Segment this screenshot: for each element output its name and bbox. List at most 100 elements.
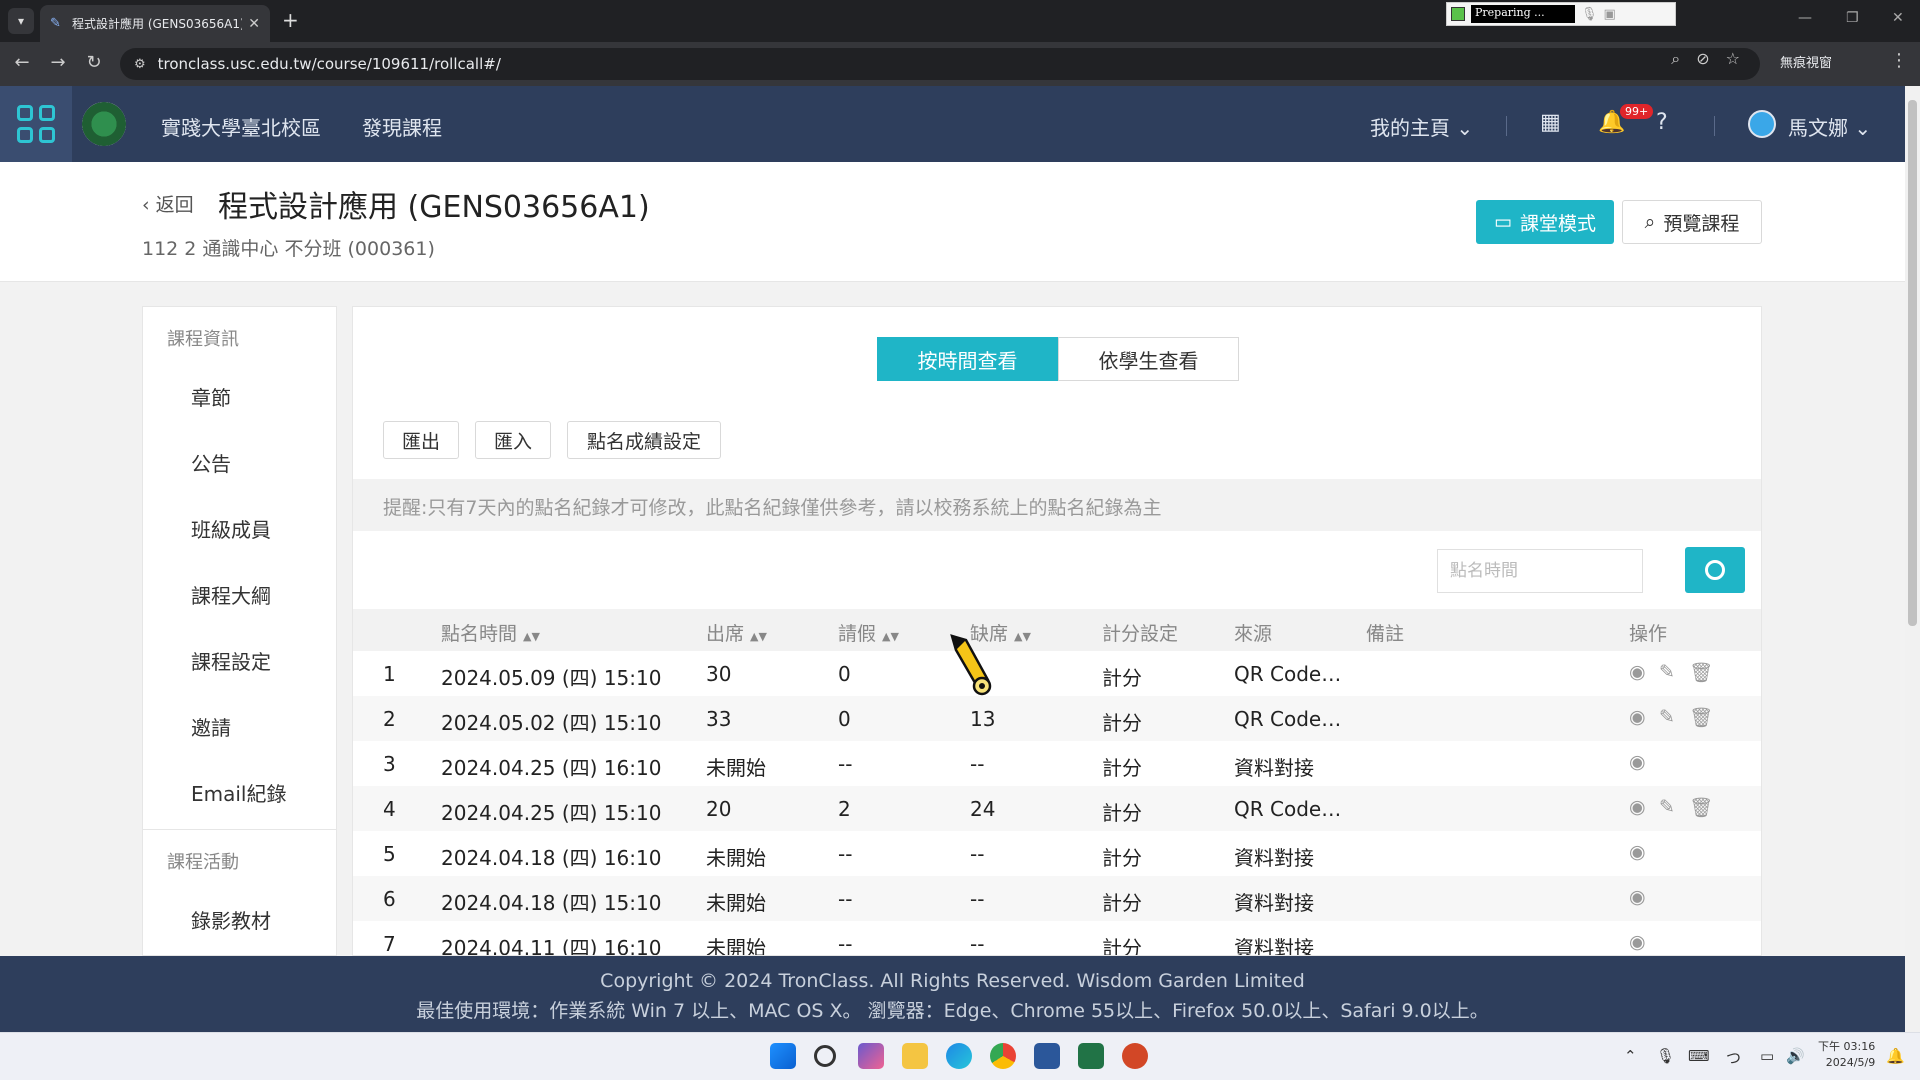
scrollbar-thumb[interactable] — [1908, 100, 1917, 626]
sidebar-item-announcements[interactable]: 公告 — [143, 429, 336, 495]
close-window-icon[interactable]: ✕ — [1892, 10, 1904, 26]
incognito-indicator[interactable]: 無痕視窗 — [1780, 52, 1832, 71]
page-scrollbar[interactable] — [1905, 86, 1920, 1032]
tronclass-favicon-icon: ✎ — [50, 15, 61, 31]
site-info-icon[interactable]: ⚙ — [134, 57, 146, 72]
copilot-icon[interactable] — [858, 1043, 884, 1069]
apps-grid-icon — [17, 105, 55, 143]
chevron-up-icon[interactable]: ⌃ — [1624, 1047, 1637, 1065]
bookmark-star-icon[interactable]: ☆ — [1726, 49, 1740, 69]
volume-icon[interactable]: 🔊 — [1786, 1047, 1805, 1065]
forward-arrow-icon[interactable]: → — [46, 52, 70, 73]
sidebar-item-invite[interactable]: 邀請 — [143, 693, 336, 759]
edit-icon[interactable]: ✎ — [1659, 661, 1675, 683]
zoom-icon[interactable]: ⌕ — [1671, 49, 1680, 69]
delete-icon[interactable]: 🗑 — [1689, 796, 1713, 819]
school-logo[interactable] — [82, 102, 126, 146]
avatar[interactable] — [1748, 110, 1776, 138]
user-name: 馬文娜 — [1788, 116, 1848, 140]
microphone-icon[interactable]: 🎙 — [1581, 7, 1598, 22]
view-icon[interactable]: ◉ — [1629, 886, 1646, 908]
edit-icon[interactable]: ✎ — [1659, 796, 1675, 818]
sidebar-item-chapters[interactable]: 章節 — [143, 363, 336, 429]
network-icon[interactable]: ▭ — [1760, 1047, 1774, 1065]
row-absent: 24 — [970, 797, 996, 821]
row-leave: -- — [838, 932, 853, 956]
chrome-icon[interactable] — [990, 1043, 1016, 1069]
tab-list-button[interactable]: ▾ — [8, 8, 34, 34]
view-icon[interactable]: ◉ — [1629, 661, 1646, 683]
reload-icon[interactable]: ↻ — [82, 52, 106, 73]
sidebar-item-settings[interactable]: 課程設定 — [143, 627, 336, 693]
preview-course-button[interactable]: ⌕ 預覽課程 — [1622, 200, 1762, 244]
course-subtitle: 112 2 通識中心 不分班 (000361) — [142, 238, 435, 260]
sort-icon: ▲▼ — [523, 630, 540, 643]
back-arrow-icon[interactable]: ← — [10, 52, 34, 73]
sidebar-item-email-log[interactable]: Email紀錄 — [143, 759, 336, 825]
minimize-icon[interactable]: — — [1798, 10, 1812, 26]
table-row: 7 2024.04.11 (四) 16:10 未開始 -- -- 計分 資料對接 ◉ — [353, 921, 1761, 956]
word-icon[interactable] — [1034, 1043, 1060, 1069]
sort-icon: ▲▼ — [750, 630, 767, 643]
microphone-icon[interactable]: 🎙 — [1656, 1047, 1675, 1065]
chevron-down-icon: ⌄ — [1854, 116, 1872, 140]
row-time: 2024.04.18 (四) 15:10 — [441, 891, 662, 915]
sort-icon: ▲▼ — [882, 630, 899, 643]
nav-discover-courses[interactable]: 發現課程 — [362, 112, 442, 141]
tab-by-time[interactable]: 按時間查看 — [877, 337, 1058, 381]
search-button[interactable] — [1685, 547, 1745, 593]
col-rollcall-time[interactable]: 點名時間 ▲▼ — [441, 619, 540, 646]
sidebar-item-syllabus[interactable]: 課程大綱 — [143, 561, 336, 627]
view-icon[interactable]: ◉ — [1629, 841, 1646, 863]
powerpoint-icon[interactable] — [1122, 1043, 1148, 1069]
camera-icon[interactable]: ▣ — [1604, 7, 1616, 22]
calendar-icon[interactable]: ▦ — [1540, 110, 1561, 135]
delete-icon[interactable]: 🗑 — [1689, 661, 1713, 684]
import-button[interactable]: 匯入 — [475, 421, 551, 459]
back-link[interactable]: ‹ 返回 — [142, 190, 194, 217]
my-home-menu[interactable]: 我的主頁 ⌄ — [1370, 112, 1473, 141]
environment-text: 最佳使用環境：作業系統 Win 7 以上、MAC OS X。 瀏覽器：Edge、… — [416, 1000, 1489, 1022]
rollcall-time-search-input[interactable] — [1437, 549, 1643, 593]
excel-icon[interactable] — [1078, 1043, 1104, 1069]
ime-mode-icon[interactable]: つ — [1726, 1047, 1741, 1068]
sidebar-item-members[interactable]: 班級成員 — [143, 495, 336, 561]
row-time: 2024.05.02 (四) 15:10 — [441, 711, 662, 735]
notification-bell-icon[interactable]: 🔔 — [1886, 1047, 1905, 1065]
view-icon[interactable]: ◉ — [1629, 931, 1646, 953]
url-field[interactable]: ⚙ tronclass.usc.edu.tw/course/109611/rol… — [120, 48, 1760, 80]
export-button[interactable]: 匯出 — [383, 421, 459, 459]
tracking-eye-icon[interactable]: ⊘ — [1696, 49, 1709, 69]
user-menu[interactable]: 馬文娜 ⌄ — [1788, 112, 1871, 141]
edit-icon[interactable]: ✎ — [1659, 706, 1675, 728]
browser-menu-icon[interactable]: ⋮ — [1890, 50, 1908, 71]
view-icon[interactable]: ◉ — [1629, 796, 1646, 818]
sidebar-item-videos[interactable]: 錄影教材 — [143, 886, 336, 952]
search-icon[interactable] — [814, 1045, 836, 1067]
close-tab-icon[interactable]: ✕ — [248, 16, 260, 32]
row-score-setting: 計分 — [1102, 846, 1142, 870]
browser-tab[interactable]: ✎ 程式設計應用 (GENS03656A1) ✕ — [40, 5, 270, 42]
delete-icon[interactable]: 🗑 — [1689, 706, 1713, 729]
view-icon[interactable]: ◉ — [1629, 706, 1646, 728]
file-explorer-icon[interactable] — [902, 1043, 928, 1069]
tab-by-student[interactable]: 依學生查看 — [1058, 337, 1239, 381]
view-icon[interactable]: ◉ — [1629, 751, 1646, 773]
classroom-mode-button[interactable]: ▭ 課堂模式 — [1476, 200, 1614, 244]
help-icon[interactable]: ? — [1656, 110, 1668, 135]
new-tab-button[interactable]: + — [282, 8, 299, 32]
windows-taskbar: ⌃ 🎙 ⌨ つ ▭ 🔊 下午 03:16 2024/5/9 🔔 — [0, 1032, 1920, 1080]
rollcall-score-settings-button[interactable]: 點名成績設定 — [567, 421, 721, 459]
col-present[interactable]: 出席 ▲▼ — [706, 619, 767, 646]
row-number: 5 — [383, 842, 396, 866]
edge-icon[interactable] — [946, 1043, 972, 1069]
taskbar-clock[interactable]: 下午 03:16 2024/5/9 — [1818, 1039, 1875, 1071]
ime-icon[interactable]: ⌨ — [1688, 1047, 1710, 1065]
apps-grid-button[interactable] — [0, 86, 72, 162]
nav-campus[interactable]: 實踐大學臺北校區 — [161, 112, 321, 141]
col-leave[interactable]: 請假 ▲▼ — [838, 619, 899, 646]
restore-icon[interactable]: ❐ — [1846, 10, 1859, 26]
chevron-left-icon: ‹ — [142, 194, 150, 216]
header-divider — [1506, 116, 1507, 136]
windows-start-icon[interactable] — [770, 1043, 796, 1069]
